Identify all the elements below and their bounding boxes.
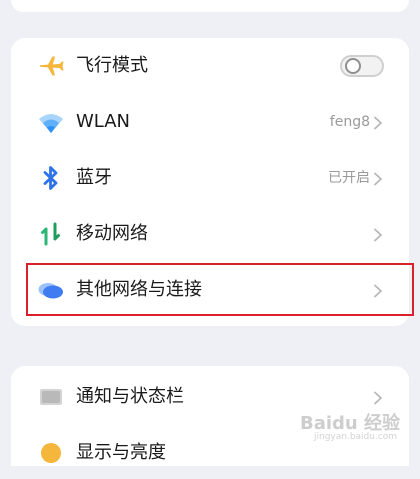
watermark-subtext: jingyan.baidu.com <box>314 432 398 442</box>
airplane-mode-label: 飞行模式 <box>76 55 148 76</box>
chevron-right-icon <box>371 227 385 242</box>
notification-icon <box>37 383 65 411</box>
previous-section-card <box>11 0 409 12</box>
mobile-network-row[interactable]: 移动网络 <box>11 208 409 260</box>
wifi-icon <box>37 108 65 136</box>
airplane-mode-toggle[interactable] <box>340 55 384 77</box>
wlan-network-name: feng8 <box>329 114 370 130</box>
mobile-network-icon <box>37 220 65 248</box>
notifications-label: 通知与状态栏 <box>76 386 184 407</box>
airplane-icon <box>37 52 65 80</box>
toggle-knob <box>345 58 361 74</box>
bluetooth-row[interactable]: 蓝牙 已开启 <box>11 152 409 204</box>
wlan-label: WLAN <box>76 111 131 132</box>
wlan-row[interactable]: WLAN feng8 <box>11 96 409 148</box>
chevron-right-icon <box>371 115 385 130</box>
bluetooth-icon <box>37 164 65 192</box>
chevron-right-icon <box>371 390 385 405</box>
display-brightness-label: 显示与亮度 <box>76 442 166 463</box>
chevron-right-icon <box>371 171 385 186</box>
mobile-network-label: 移动网络 <box>76 223 148 244</box>
display-brightness-icon <box>37 439 65 467</box>
baidu-watermark: Baidu 经验 jingyan.baidu.com <box>300 405 415 447</box>
highlight-box <box>26 263 414 316</box>
bluetooth-status: 已开启 <box>328 170 370 186</box>
airplane-mode-row[interactable]: 飞行模式 <box>11 40 409 92</box>
bluetooth-label: 蓝牙 <box>76 167 112 188</box>
